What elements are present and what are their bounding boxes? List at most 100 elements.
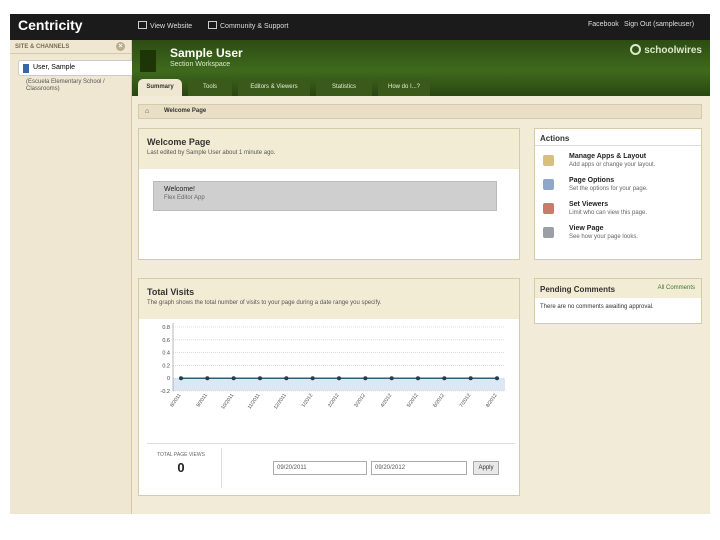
home-icon[interactable]: ⌂ [145, 108, 149, 115]
x-tick-label: 1/2012 [301, 393, 315, 409]
close-icon[interactable]: × [116, 42, 125, 51]
facebook-link[interactable]: Facebook [588, 21, 619, 28]
top-bar: Centricity View Website Community & Supp… [10, 14, 710, 40]
action-view-page[interactable]: View Page See how your page looks. [543, 225, 699, 249]
action-desc: Set the options for your page. [569, 186, 648, 192]
x-tick-label: 10/2011 [220, 393, 235, 411]
view-website-link[interactable]: View Website [138, 21, 192, 30]
start-date-input[interactable]: 09/20/2011 [273, 461, 367, 475]
visits-title: Total Visits [147, 287, 195, 297]
breadcrumb: ⌂ Welcome Page [138, 104, 702, 119]
welcome-panel-header: Welcome Page Last edited by Sample User … [139, 129, 519, 169]
y-tick-label: 0.6 [162, 338, 170, 344]
data-point [495, 376, 499, 381]
welcome-subtitle: Last edited by Sample User about 1 minut… [147, 150, 276, 156]
data-point [179, 376, 183, 381]
action-manage-apps[interactable]: Manage Apps & Layout Add apps or change … [543, 153, 699, 177]
total-visits-panel: Total Visits The graph shows the total n… [138, 278, 520, 496]
y-tick-label: 0 [167, 376, 170, 382]
action-desc: Add apps or change your layout. [569, 162, 656, 168]
action-title: Manage Apps & Layout [569, 153, 647, 160]
y-tick-label: -0.2 [161, 389, 170, 395]
y-tick-label: 0.4 [162, 351, 170, 357]
sidebar-item-user[interactable]: User, Sample [18, 60, 142, 76]
data-point [416, 376, 420, 381]
welcome-app-title: Welcome! [164, 186, 195, 193]
x-tick-label: 5/2012 [406, 393, 420, 409]
brand-logo: Centricity [18, 17, 83, 33]
support-icon [208, 21, 217, 29]
y-tick-label: 0.8 [162, 325, 170, 331]
actions-panel: Actions Manage Apps & Layout Add apps or… [534, 128, 702, 260]
x-tick-label: 2/2012 [327, 393, 341, 409]
action-title: Page Options [569, 177, 615, 184]
magnifier-icon [543, 227, 554, 238]
tab-tools[interactable]: Tools [188, 79, 232, 96]
action-desc: Limit who can view this page. [569, 210, 648, 216]
action-set-viewers[interactable]: Set Viewers Limit who can view this page… [543, 201, 699, 225]
x-tick-label: 7/2012 [459, 393, 473, 409]
end-date-input[interactable]: 09/20/2012 [371, 461, 467, 475]
sidebar-heading: SITE & CHANNELS × [10, 40, 131, 54]
data-point [389, 376, 394, 381]
workspace-header: Sample User Section Workspace schoolwire… [132, 40, 710, 96]
breadcrumb-current: Welcome Page [164, 108, 207, 114]
welcome-panel: Welcome Page Last edited by Sample User … [138, 128, 520, 260]
action-page-options[interactable]: Page Options Set the options for your pa… [543, 177, 699, 201]
x-tick-label: 9/2011 [195, 393, 209, 409]
welcome-app-type: Flex Editor App [164, 195, 205, 201]
tab-summary[interactable]: Summary [138, 79, 182, 96]
pending-comments-message: There are no comments awaiting approval. [540, 304, 654, 310]
x-tick-label: 6/2012 [432, 393, 446, 409]
data-point [468, 376, 473, 381]
x-tick-label: 3/2012 [353, 393, 367, 409]
data-point [442, 376, 447, 381]
community-support-link[interactable]: Community & Support [208, 21, 288, 30]
visits-chart: 0.8 0.6 0.4 0.2 0 -0.2 8/2011 9/2011 10/2011 11/2… [147, 319, 515, 429]
x-tick-label: 8/2012 [485, 393, 499, 409]
visits-panel-header: Total Visits The graph shows the total n… [139, 279, 519, 319]
options-icon [543, 179, 554, 190]
apply-button[interactable]: Apply [473, 461, 499, 475]
tab-editors-viewers[interactable]: Editors & Viewers [238, 79, 310, 96]
data-point [310, 376, 315, 381]
y-tick-label: 0.2 [162, 363, 170, 369]
x-tick-label: 4/2012 [380, 393, 394, 409]
data-point [205, 376, 210, 381]
total-page-views-value: 0 [177, 460, 185, 475]
tab-how-do-i[interactable]: How do I...? [378, 79, 430, 96]
viewers-icon [543, 203, 554, 214]
sign-out-link[interactable]: Sign Out (sampleuser) [624, 21, 694, 28]
page-subtitle: Section Workspace [170, 61, 231, 68]
action-title: View Page [569, 225, 604, 232]
data-point [258, 376, 262, 381]
schoolwires-logo: schoolwires [630, 44, 702, 56]
x-tick-label: 11/2011 [247, 393, 262, 411]
sidebar-item-subtitle: (Escuela Elementary School / Classrooms) [26, 79, 105, 92]
pending-comments-panel: Pending Comments All Comments There are … [534, 278, 702, 324]
action-desc: See how your page looks. [569, 234, 639, 240]
divider [221, 448, 222, 488]
logo-mark-icon [630, 44, 642, 55]
data-point [231, 376, 236, 381]
section-icon [140, 50, 156, 72]
page-title: Sample User [170, 46, 243, 60]
total-page-views-label: TOTAL PAGE VIEWS [157, 452, 205, 458]
x-tick-label: 8/2011 [169, 393, 183, 409]
website-icon [138, 21, 147, 29]
sidebar: SITE & CHANNELS × User, Sample (Escuela … [10, 40, 142, 514]
tab-statistics[interactable]: Statistics [316, 79, 372, 96]
actions-title: Actions [535, 129, 701, 146]
data-point [363, 376, 368, 381]
pending-comments-title: Pending Comments [540, 285, 616, 294]
welcome-app-box[interactable]: Welcome! Flex Editor App [153, 181, 497, 211]
data-point [284, 376, 289, 381]
data-point [337, 376, 341, 381]
visits-chart-svg: 0.8 0.6 0.4 0.2 0 -0.28/2011 9/2011 10/2011 11/2… [161, 323, 505, 411]
page-icon [23, 64, 29, 73]
visits-subtitle: The graph shows the total number of visi… [147, 300, 382, 306]
page-views-summary: TOTAL PAGE VIEWS 0 09/20/2011 09/20/2012… [147, 443, 515, 491]
main-workspace: Sample User Section Workspace schoolwire… [132, 40, 710, 514]
all-comments-link[interactable]: All Comments [658, 285, 695, 291]
pending-comments-header: Pending Comments All Comments [535, 279, 701, 298]
